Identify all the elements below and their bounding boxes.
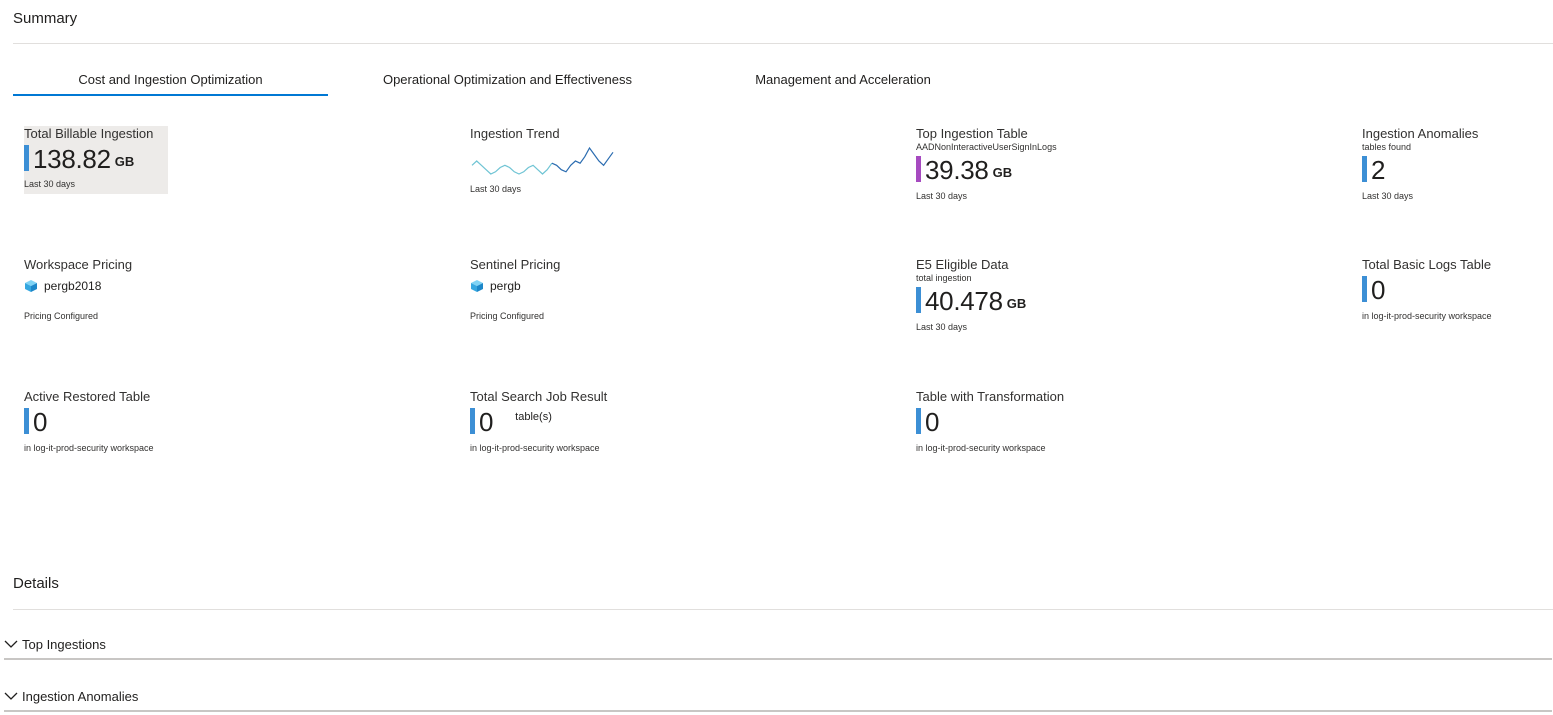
metric-bar xyxy=(470,408,475,434)
expander-label: Ingestion Anomalies xyxy=(22,688,139,704)
metric-bar xyxy=(916,408,921,434)
tile-subtitle: total ingestion xyxy=(916,273,972,283)
expander-top-ingestions[interactable]: Top Ingestions xyxy=(4,630,1552,660)
metric-value: 2 xyxy=(1371,155,1386,185)
metric-value: 0 xyxy=(479,407,494,437)
tile-restored-table[interactable]: Active Restored Table 0 in log-it-prod-s… xyxy=(24,389,324,454)
metric-value: 138.82 xyxy=(33,144,111,174)
ingestion-sparkline xyxy=(471,146,614,175)
tile-e5-data[interactable]: E5 Eligible Data total ingestion 40.478 … xyxy=(916,257,1216,333)
details-title: Details xyxy=(13,575,59,592)
tile-footer: Last 30 days xyxy=(24,179,76,189)
metric-bar xyxy=(1362,156,1367,182)
metric-value: 39.38 xyxy=(925,155,989,185)
details-divider xyxy=(13,609,1553,610)
tile-title: E5 Eligible Data xyxy=(916,257,1009,272)
tile-total-billable[interactable]: Total Billable Ingestion 138.82 GB Last … xyxy=(24,126,168,194)
tile-transformation[interactable]: Table with Transformation 0 in log-it-pr… xyxy=(916,389,1216,454)
tile-title: Sentinel Pricing xyxy=(470,257,561,272)
tile-title: Total Basic Logs Table xyxy=(1362,257,1492,272)
tile-footer: Pricing Configured xyxy=(24,311,99,321)
cube-icon xyxy=(25,280,37,292)
metric-bar xyxy=(1362,276,1367,302)
tile-basic-logs[interactable]: Total Basic Logs Table 0 in log-it-prod-… xyxy=(1362,257,1542,322)
metric-value: 0 xyxy=(1371,275,1386,305)
tile-title: Active Restored Table xyxy=(24,389,151,404)
metric-bar xyxy=(916,156,921,182)
tile-footer: in log-it-prod-security workspace xyxy=(916,443,1046,453)
cube-icon xyxy=(471,280,483,292)
sparkline-series-early xyxy=(471,160,553,175)
metric-unit: GB xyxy=(114,154,135,169)
pricing-value: pergb2018 xyxy=(44,279,102,293)
tile-top-table[interactable]: Top Ingestion Table AADNonInteractiveUse… xyxy=(916,126,1216,202)
pricing-value: pergb xyxy=(490,279,521,293)
summary-divider xyxy=(13,43,1553,44)
tile-title: Ingestion Trend xyxy=(470,126,560,141)
summary-title: Summary xyxy=(13,10,78,27)
tile-title: Table with Transformation xyxy=(916,389,1065,404)
tile-title: Total Billable Ingestion xyxy=(24,126,154,141)
tile-footer: Last 30 days xyxy=(470,184,522,194)
metric-unit: GB xyxy=(992,165,1013,180)
tile-footer: Last 30 days xyxy=(916,191,968,201)
sparkline-series-recent xyxy=(551,146,614,173)
tile-footer: in log-it-prod-security workspace xyxy=(24,443,154,453)
tab-cost-ingestion[interactable]: Cost and Ingestion Optimization xyxy=(13,72,328,96)
tile-footer: in log-it-prod-security workspace xyxy=(1362,311,1492,321)
metric-bar xyxy=(916,287,921,313)
tile-footer: Last 30 days xyxy=(916,322,968,332)
metric-bar xyxy=(24,145,29,171)
tile-search-job[interactable]: Total Search Job Result 0 table(s) in lo… xyxy=(470,389,770,454)
tile-ingestion-trend[interactable]: Ingestion Trend Last 30 days xyxy=(470,126,770,195)
expander-ingestion-anomalies[interactable]: Ingestion Anomalies xyxy=(4,682,1552,712)
metric-unit: table(s) xyxy=(515,411,552,423)
tab-operational[interactable]: Operational Optimization and Effectivene… xyxy=(360,72,655,94)
tile-footer: Pricing Configured xyxy=(470,311,545,321)
tile-workspace-pricing[interactable]: Workspace Pricing pergb2018 Pricing Conf… xyxy=(24,257,324,322)
tile-sentinel-pricing[interactable]: Sentinel Pricing pergb Pricing Configure… xyxy=(470,257,770,322)
tile-footer: in log-it-prod-security workspace xyxy=(470,443,600,453)
expander-label: Top Ingestions xyxy=(22,636,106,652)
metric-bar xyxy=(24,408,29,434)
chevron-down-icon xyxy=(4,692,18,700)
metric-value: 40.478 xyxy=(925,286,1003,316)
tile-title: Workspace Pricing xyxy=(24,257,133,272)
metric-value: 0 xyxy=(33,407,48,437)
tile-subtitle: AADNonInteractiveUserSignInLogs xyxy=(916,142,1057,152)
metric-unit: GB xyxy=(1006,296,1027,311)
tab-management[interactable]: Management and Acceleration xyxy=(740,72,946,94)
chevron-down-icon xyxy=(4,640,18,648)
metric-value: 0 xyxy=(925,407,940,437)
tile-title: Total Search Job Result xyxy=(470,389,608,404)
tile-subtitle: tables found xyxy=(1362,142,1412,152)
tile-title: Top Ingestion Table xyxy=(916,126,1028,141)
tile-title: Ingestion Anomalies xyxy=(1362,126,1479,141)
tile-anomalies[interactable]: Ingestion Anomalies tables found 2 Last … xyxy=(1362,126,1542,202)
tile-footer: Last 30 days xyxy=(1362,191,1414,201)
